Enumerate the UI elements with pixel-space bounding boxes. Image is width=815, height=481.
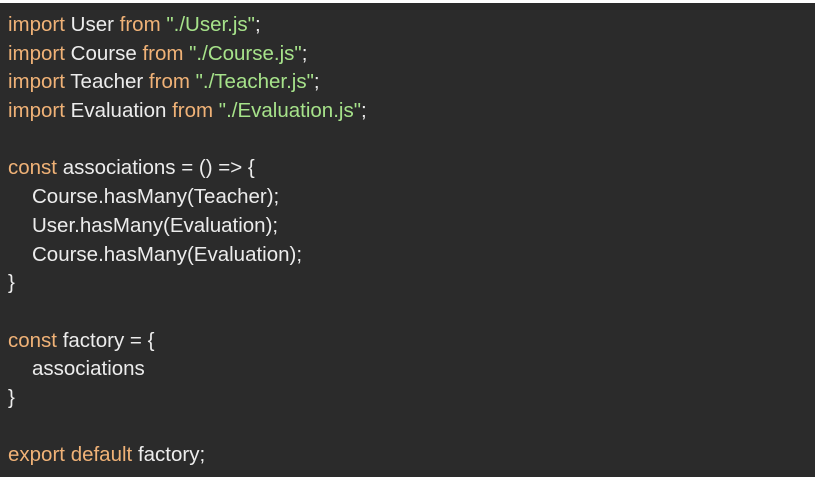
code-editor[interactable]: import User from "./User.js"; import Cour… <box>0 3 815 477</box>
keyword-token: import <box>8 13 65 36</box>
keyword-token: const <box>8 156 57 180</box>
keyword-token: export <box>8 443 65 467</box>
code-token: Evaluation <box>64 99 173 123</box>
keyword-token: from <box>119 13 161 36</box>
code-token: associations = () => { <box>57 156 255 180</box>
code-token: ; <box>360 99 367 123</box>
code-line: User.hasMany(Evaluation); <box>8 212 815 241</box>
string-token: "./Evaluation.js" <box>218 99 361 123</box>
code-line: associations <box>8 355 815 384</box>
code-line: Course.hasMany(Evaluation); <box>8 241 815 270</box>
code-token: Course <box>64 41 143 65</box>
code-token: associations <box>32 357 145 381</box>
code-token: } <box>8 271 15 295</box>
keyword-token: default <box>70 443 133 467</box>
code-token: ; <box>301 41 308 65</box>
keyword-token: from <box>142 41 184 65</box>
keyword-token: import <box>8 41 65 65</box>
code-token: Teacher <box>64 70 149 94</box>
keyword-token: import <box>8 70 65 94</box>
code-line: const factory = { <box>8 327 815 356</box>
code-token: User <box>64 13 120 36</box>
code-token: Course.hasMany(Teacher); <box>32 185 280 209</box>
code-line: const associations = () => { <box>8 154 815 183</box>
keyword-token: import <box>8 99 65 123</box>
code-lines: import User from "./User.js"; import Cour… <box>8 11 815 470</box>
string-token: "./Teacher.js" <box>195 70 314 94</box>
code-line: import Teacher from "./Teacher.js"; <box>8 68 815 97</box>
code-token: ; <box>313 70 320 94</box>
code-line: } <box>8 269 815 298</box>
keyword-token: from <box>172 99 214 123</box>
code-line: Course.hasMany(Teacher); <box>8 183 815 212</box>
code-line: export default factory; <box>8 441 815 470</box>
string-token: "./User.js" <box>166 13 255 36</box>
keyword-token: from <box>148 70 190 94</box>
keyword-token: const <box>8 328 57 352</box>
code-line: import Course from "./Course.js"; <box>8 40 815 69</box>
code-line: import User from "./User.js"; <box>8 11 815 40</box>
code-token: factory = { <box>57 328 155 352</box>
code-line: import Evaluation from "./Evaluation.js"… <box>8 97 815 126</box>
string-token: "./Course.js" <box>189 41 302 65</box>
code-token: Course.hasMany(Evaluation); <box>32 242 303 266</box>
code-token: User.hasMany(Evaluation); <box>32 213 279 237</box>
code-token: } <box>8 385 15 409</box>
code-token: ; <box>254 13 261 36</box>
code-token: factory; <box>132 443 206 467</box>
code-line: } <box>8 384 815 413</box>
